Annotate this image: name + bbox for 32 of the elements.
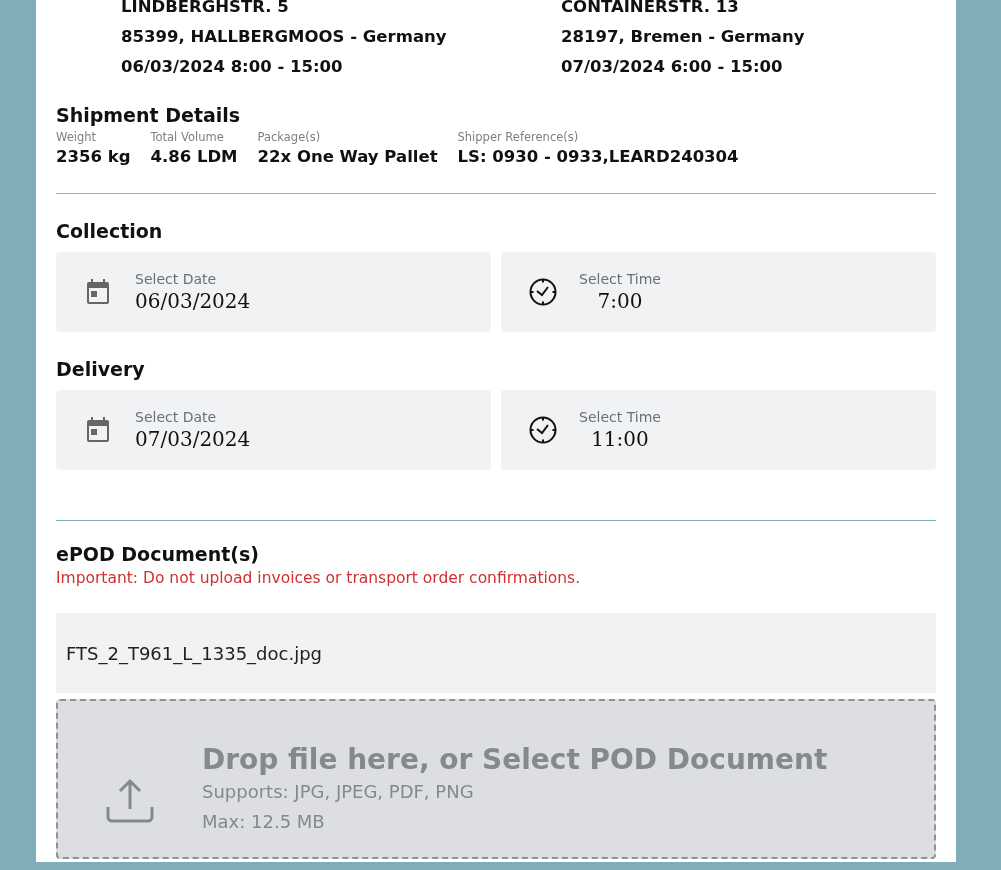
calendar-icon: [86, 417, 110, 443]
field-label: Total Volume: [150, 130, 225, 145]
date-picker-field[interactable]: Select Date 06/03/2024: [56, 252, 491, 332]
address-line: 07/03/2024 6:00 - 15:00: [561, 56, 784, 78]
address-line: LINDBERGHSTR. 5: [121, 0, 290, 18]
uploaded-file[interactable]: FTS_2_T961_L_1335_doc.jpg: [56, 613, 936, 693]
field-value: 2356 kg: [56, 146, 131, 168]
section-heading: ePOD Document(s): [56, 543, 260, 565]
calendar-icon: [86, 279, 110, 305]
address-line: 85399, HALLBERGMOOS - Germany: [121, 26, 448, 48]
supported-formats-text: Supports: JPG, JPEG, PDF, PNG: [202, 780, 475, 804]
clock-icon: [529, 416, 557, 444]
drop-zone-title: Drop file here, or Select POD Document: [202, 743, 828, 777]
warning-text: Important: Do not upload invoices or transport order confirmations.: [56, 568, 582, 589]
max-size-text: Max: 12.5 MB: [202, 810, 326, 834]
section-heading: Collection: [56, 220, 164, 242]
field-label: Shipper Reference(s): [457, 130, 580, 145]
upload-icon: [106, 777, 154, 825]
field-value: 22x One Way Pallet: [257, 146, 438, 168]
address-line: 06/03/2024 8:00 - 15:00: [121, 56, 344, 78]
address-line: 28197, Bremen - Germany: [561, 26, 806, 48]
date-picker-field[interactable]: Select Date 07/03/2024: [56, 390, 491, 470]
field-label: Package(s): [257, 130, 322, 145]
field-label: Weight: [56, 130, 98, 145]
section-heading: Shipment Details: [56, 104, 242, 126]
section-heading: Delivery: [56, 358, 146, 380]
address-line: CONTAINERSTR. 13: [561, 0, 740, 18]
time-picker-field[interactable]: Select Time 11:00: [501, 390, 936, 470]
field-value: 4.86 LDM: [150, 146, 238, 168]
field-value: LS: 0930 - 0933,LEARD240304: [457, 146, 739, 168]
clock-icon: [529, 278, 557, 306]
time-picker-field[interactable]: Select Time 7:00: [501, 252, 936, 332]
